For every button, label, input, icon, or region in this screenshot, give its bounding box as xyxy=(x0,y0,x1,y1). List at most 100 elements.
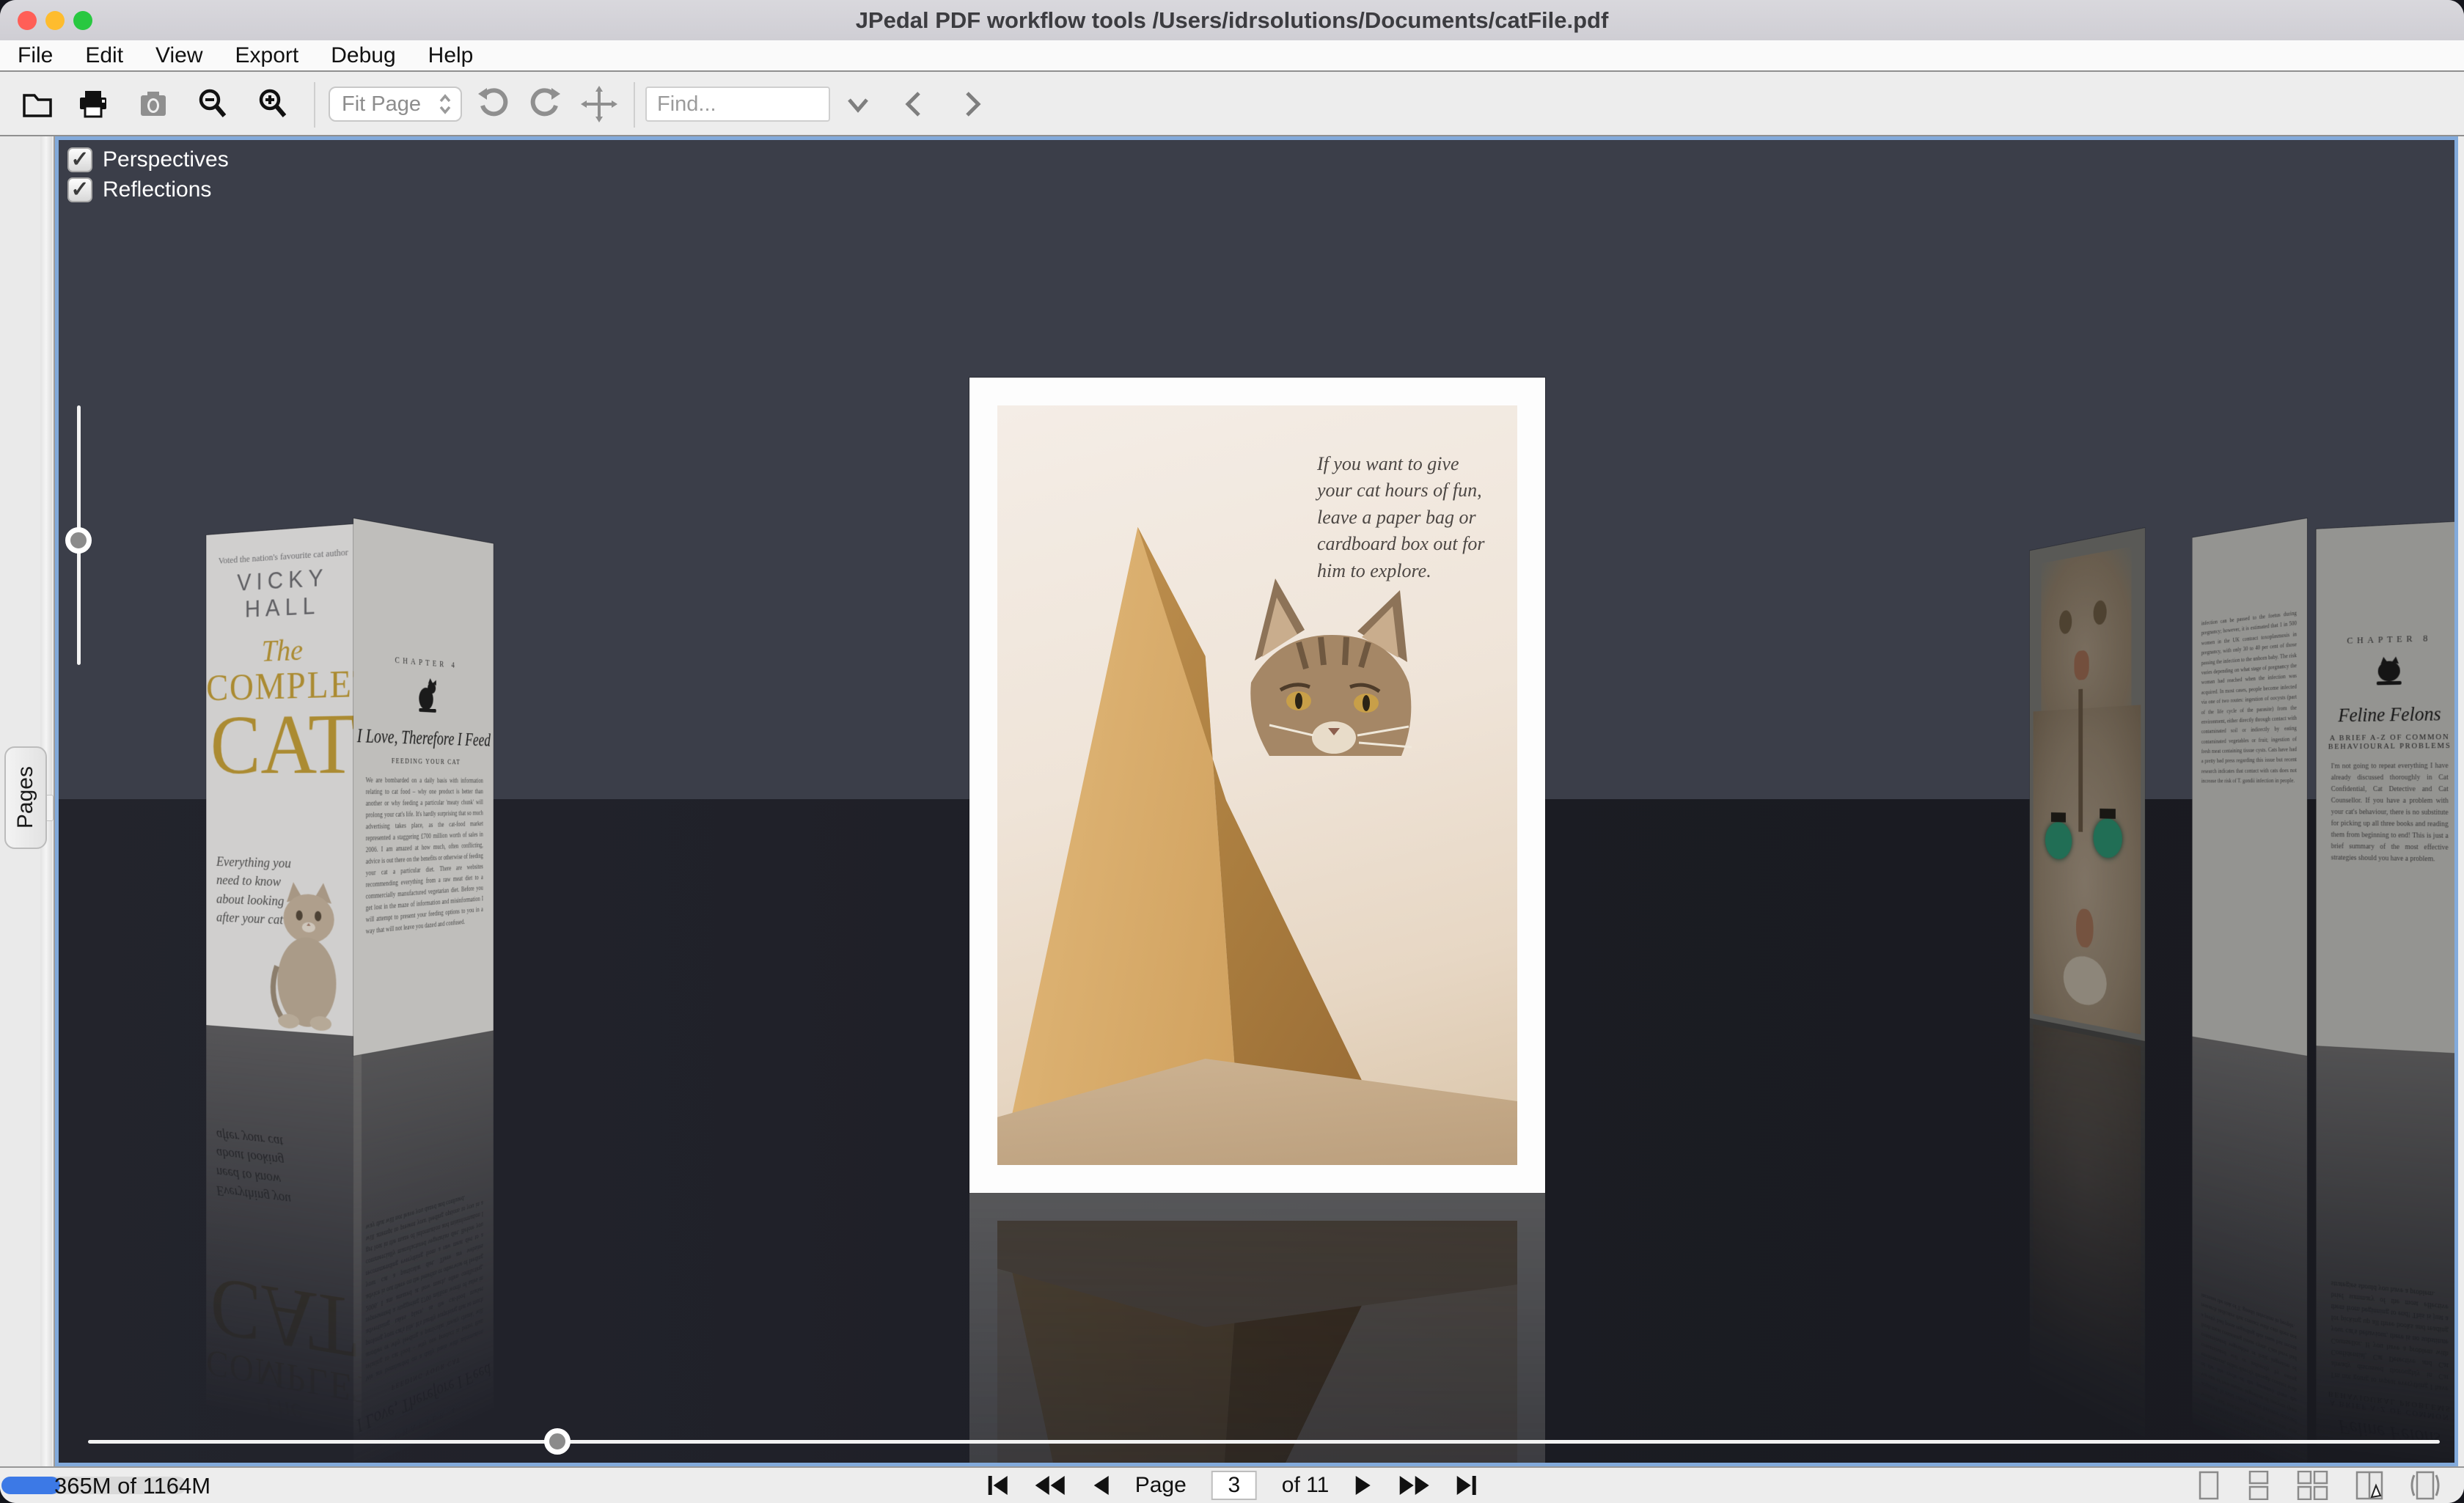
cat-woodcut-icon xyxy=(416,677,438,715)
chapter4-title: I Love, Therefore I Feed xyxy=(353,724,494,751)
minimize-window-icon[interactable] xyxy=(45,11,65,30)
back-ten-pages-button[interactable] xyxy=(1034,1473,1066,1498)
print-button[interactable] xyxy=(76,88,110,120)
search-input[interactable] xyxy=(645,87,830,122)
perspectives-checkbox[interactable]: ✓ xyxy=(67,147,92,172)
chevron-left-icon xyxy=(901,89,927,120)
peeking-cat xyxy=(1211,573,1453,815)
main-area: Pages Voted the nation's favourite cat a… xyxy=(0,136,2464,1466)
menu-debug[interactable]: Debug xyxy=(331,43,395,68)
next-page-icon xyxy=(1354,1473,1373,1498)
previous-page-icon xyxy=(1091,1473,1110,1498)
toolbar-separator xyxy=(314,82,315,128)
cat-faces-photo xyxy=(2034,534,2141,1035)
perspectives-checkbox-row[interactable]: ✓ Perspectives xyxy=(67,147,229,172)
menu-export[interactable]: Export xyxy=(235,43,299,68)
kitten-photo xyxy=(257,880,357,1037)
snapshot-button[interactable] xyxy=(136,88,170,120)
memory-usage-label: 365M of 1164M xyxy=(54,1473,210,1499)
stepper-arrows-icon xyxy=(437,92,453,117)
screen: JPedal PDF workflow tools /Users/idrsolu… xyxy=(0,0,2464,1503)
zoom-in-icon xyxy=(255,87,290,122)
title-bar: JPedal PDF workflow tools /Users/idrsolu… xyxy=(0,0,2464,40)
cat-in-paper-bag-photo: If you want to give your cat hours of fu… xyxy=(997,405,1517,1165)
first-page-icon xyxy=(987,1473,1009,1498)
open-folder-button[interactable] xyxy=(21,88,54,120)
find-next-button[interactable] xyxy=(959,89,986,120)
side-tab-bar: Pages xyxy=(0,136,55,1466)
previous-page-button[interactable] xyxy=(1091,1473,1110,1498)
zoom-in-button[interactable] xyxy=(255,87,290,122)
last-page-icon xyxy=(1455,1473,1477,1498)
cover-author: VICKY HALL xyxy=(206,562,362,625)
zoom-level-value: Fit Page xyxy=(342,92,421,117)
snapshot-camera-icon xyxy=(136,88,170,120)
pan-move-icon xyxy=(581,86,617,122)
tilt-slider-thumb[interactable] xyxy=(65,527,92,554)
page-position-slider[interactable] xyxy=(88,1440,2440,1444)
sidebar-tab-pages[interactable]: Pages xyxy=(4,746,47,849)
view-options: ✓ Perspectives ✓ Reflections xyxy=(67,147,229,202)
close-window-icon[interactable] xyxy=(18,11,37,30)
perspectives-label: Perspectives xyxy=(103,147,229,172)
chapter8-body: I'm not going to repeat everything I hav… xyxy=(2331,760,2449,866)
rotate-cw-icon xyxy=(528,87,563,122)
first-page-button[interactable] xyxy=(987,1473,1009,1498)
photo-caption: If you want to give your cat hours of fu… xyxy=(1317,451,1497,584)
chevron-down-icon xyxy=(843,89,873,119)
last-page-button[interactable] xyxy=(1455,1473,1477,1498)
rotate-cw-button[interactable] xyxy=(528,87,563,122)
traffic-lights xyxy=(18,0,92,40)
reflections-checkbox[interactable]: ✓ xyxy=(67,177,92,202)
menu-edit[interactable]: Edit xyxy=(85,43,123,68)
page-layout-modes xyxy=(2196,1468,2442,1503)
pages-tab-label: Pages xyxy=(13,766,38,828)
page-navigation: Page of 11 xyxy=(987,1468,1478,1503)
menu-view[interactable]: View xyxy=(155,43,202,68)
carousel-page-4[interactable] xyxy=(2030,528,2145,1041)
carousel-page-1[interactable]: Voted the nation's favourite cat author … xyxy=(206,523,362,1037)
cat-woodcut-icon xyxy=(2374,655,2404,690)
zoom-window-icon[interactable] xyxy=(73,11,92,30)
page-count-label: of 11 xyxy=(1282,1473,1330,1498)
facing-mode-button[interactable] xyxy=(2354,1471,2385,1500)
print-icon xyxy=(76,88,110,120)
menu-help[interactable]: Help xyxy=(428,43,474,68)
menu-file[interactable]: File xyxy=(18,43,53,68)
memory-usage-fill xyxy=(1,1477,60,1494)
carousel-page-5[interactable]: infection can be passed to the foetus du… xyxy=(2192,518,2307,1056)
continuous-facing-mode-icon xyxy=(2295,1471,2331,1500)
carousel-page-6[interactable]: CHAPTER 8 Feline Felons A BRIEF A-Z OF C… xyxy=(2316,521,2458,1054)
carousel-page-current[interactable]: If you want to give your cat hours of fu… xyxy=(969,378,1545,1193)
menu-bar: File Edit View Export Debug Help xyxy=(0,40,2464,72)
reflections-label: Reflections xyxy=(103,177,211,202)
pageflow-mode-button[interactable] xyxy=(2408,1471,2442,1500)
rotate-ccw-icon xyxy=(475,87,510,122)
app-window: JPedal PDF workflow tools /Users/idrsolu… xyxy=(0,0,2464,1503)
carousel-page-2[interactable]: CHAPTER 4 I Love, Therefore I Feed FEEDI… xyxy=(353,518,494,1056)
reflections-checkbox-row[interactable]: ✓ Reflections xyxy=(67,177,229,202)
rotate-ccw-button[interactable] xyxy=(475,87,510,122)
zoom-out-button[interactable] xyxy=(195,87,230,122)
single-page-mode-button[interactable] xyxy=(2196,1471,2222,1500)
tilt-slider[interactable] xyxy=(77,405,81,665)
page-number-input[interactable] xyxy=(1211,1471,1257,1500)
next-page-button[interactable] xyxy=(1354,1473,1373,1498)
toolbar-separator xyxy=(634,82,635,128)
zoom-level-select[interactable]: Fit Page xyxy=(329,87,462,122)
status-bar: 365M of 1164M Page of 11 xyxy=(0,1466,2464,1503)
single-page-mode-icon xyxy=(2196,1471,2222,1500)
find-previous-button[interactable] xyxy=(901,89,927,120)
continuous-mode-icon xyxy=(2245,1471,2272,1500)
chapter8-subtitle: A BRIEF A-Z OF COMMON BEHAVIOURAL PROBLE… xyxy=(2325,732,2454,751)
continuous-facing-mode-button[interactable] xyxy=(2295,1471,2331,1500)
chapter8-title: Feline Felons xyxy=(2316,702,2458,727)
continuous-mode-button[interactable] xyxy=(2245,1471,2272,1500)
forward-ten-pages-button[interactable] xyxy=(1398,1473,1430,1498)
pageflow-view[interactable]: Voted the nation's favourite cat author … xyxy=(55,136,2458,1466)
page-position-slider-thumb[interactable] xyxy=(544,1428,571,1455)
zoom-out-icon xyxy=(195,87,230,122)
pan-tool-button[interactable] xyxy=(581,86,617,122)
search-options-button[interactable] xyxy=(843,89,873,119)
toxoplasmosis-body: infection can be passed to the foetus du… xyxy=(2201,608,2297,786)
